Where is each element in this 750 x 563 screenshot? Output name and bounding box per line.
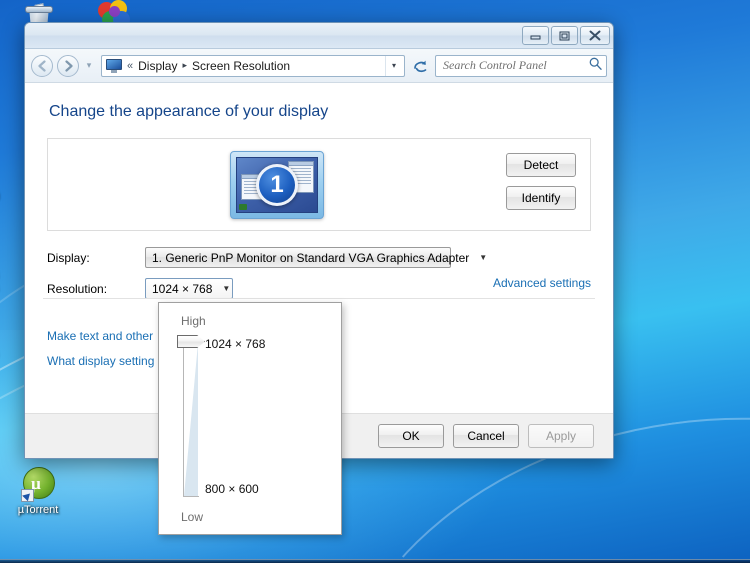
- breadcrumb-overflow-icon[interactable]: «: [127, 60, 133, 72]
- search-box[interactable]: Search Control Panel: [435, 54, 607, 77]
- resolution-option-low[interactable]: 800 × 600: [205, 482, 259, 496]
- desktop-icon-utorrent[interactable]: µ µTorrent: [1, 466, 75, 517]
- cancel-button[interactable]: Cancel: [453, 424, 519, 448]
- advanced-settings-link[interactable]: Advanced settings: [493, 276, 591, 290]
- breadcrumb-separator-icon: ▸: [182, 60, 188, 70]
- detect-button[interactable]: Detect: [506, 153, 576, 177]
- address-dropdown-chevron-down-icon[interactable]: ▾: [385, 55, 402, 76]
- taskbar[interactable]: [0, 559, 750, 563]
- resolution-dropdown[interactable]: 1024 × 768 ▼: [145, 278, 233, 299]
- desktop-icon-label: µTorrent: [17, 504, 59, 516]
- resolution-label: Resolution:: [47, 281, 108, 296]
- display-dropdown[interactable]: 1. Generic PnP Monitor on Standard VGA G…: [145, 247, 487, 268]
- close-button[interactable]: [580, 26, 610, 45]
- slider-low-label: Low: [181, 510, 204, 524]
- slider-wedge: [184, 343, 198, 496]
- resolution-slider[interactable]: [177, 335, 205, 499]
- slider-thumb[interactable]: [177, 335, 205, 348]
- apply-button: Apply: [528, 424, 594, 448]
- display-preview-panel[interactable]: 1 Detect Identify: [47, 138, 591, 231]
- monitor-icon: [106, 58, 122, 73]
- search-icon: [589, 57, 602, 75]
- display-row: Display: 1. Generic PnP Monitor on Stand…: [47, 247, 595, 268]
- resolution-dropdown-value: 1024 × 768: [152, 281, 213, 296]
- slider-rail-end: [183, 496, 199, 497]
- breadcrumb-display[interactable]: Display: [138, 59, 177, 73]
- resolution-slider-popup[interactable]: High 1024 × 768 800 × 600 Low: [158, 302, 342, 535]
- recent-pages-chevron-down-icon[interactable]: ▾: [83, 60, 95, 71]
- window-controls: [522, 26, 610, 45]
- section-divider: [43, 298, 595, 299]
- ok-button[interactable]: OK: [378, 424, 444, 448]
- search-input[interactable]: Search Control Panel: [443, 58, 589, 73]
- identify-button[interactable]: Identify: [506, 186, 576, 210]
- monitor-number-badge: 1: [256, 163, 298, 206]
- monitor-preview-1[interactable]: 1: [230, 150, 324, 219]
- forward-button[interactable]: [57, 54, 79, 77]
- chevron-down-icon: ▼: [222, 284, 231, 293]
- resolution-option-high[interactable]: 1024 × 768: [205, 337, 265, 351]
- slider-rail: [183, 342, 184, 497]
- utorrent-icon: µ: [20, 466, 56, 502]
- display-dropdown-value: 1. Generic PnP Monitor on Standard VGA G…: [152, 250, 470, 265]
- page-title: Change the appearance of your display: [49, 103, 329, 120]
- navigation-bar: ▾ « Display ▸ Screen Resolution ▾ Search…: [25, 49, 613, 83]
- address-bar[interactable]: « Display ▸ Screen Resolution ▾: [101, 54, 405, 77]
- display-label: Display:: [47, 250, 90, 265]
- chevron-down-icon: ▼: [479, 253, 488, 262]
- slider-high-label: High: [181, 314, 206, 328]
- back-button[interactable]: [31, 54, 53, 77]
- breadcrumb-screen-resolution[interactable]: Screen Resolution: [192, 59, 290, 73]
- title-bar[interactable]: [25, 23, 613, 49]
- refresh-icon[interactable]: [409, 55, 431, 77]
- preview-buttons: Detect Identify: [506, 153, 576, 210]
- minimize-button[interactable]: [522, 26, 549, 45]
- maximize-button[interactable]: [551, 26, 578, 45]
